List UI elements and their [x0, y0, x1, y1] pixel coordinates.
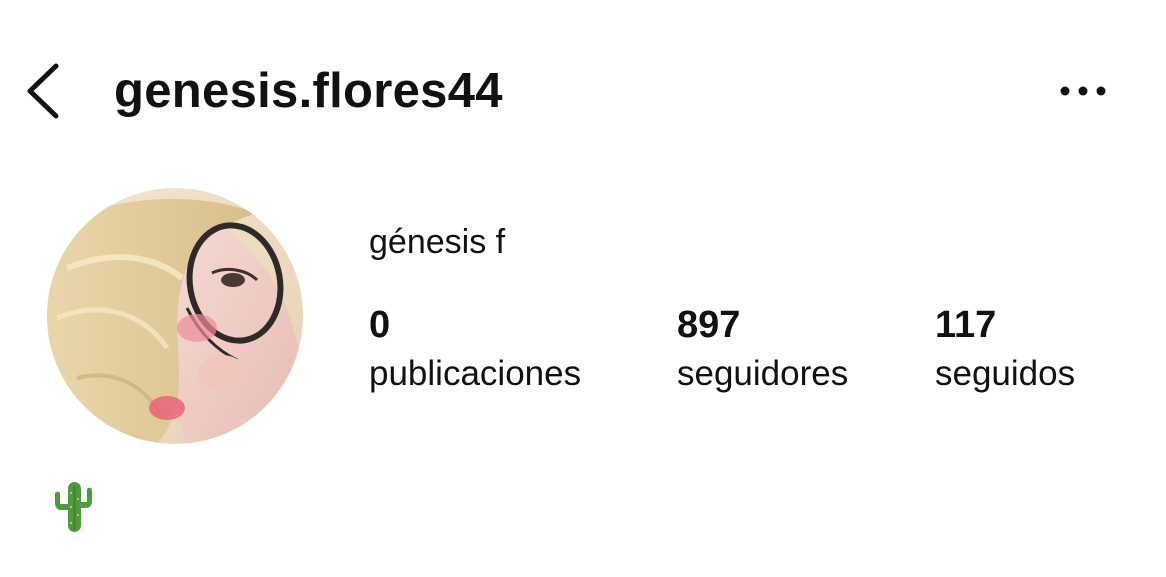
posts-count: 0 [369, 304, 391, 346]
profile-username: genesis.flores44 [114, 64, 503, 118]
bio [52, 478, 96, 534]
followers-count: 897 [677, 304, 741, 346]
posts-label: publicaciones [369, 354, 582, 393]
avatar-image [47, 188, 303, 444]
ellipsis-horizontal-icon [1060, 86, 1106, 96]
posts-stat[interactable]: 0 publicaciones [369, 302, 581, 400]
following-label: seguidos [935, 354, 1076, 393]
chevron-left-icon [27, 63, 59, 119]
back-button[interactable] [22, 60, 64, 122]
profile-display-name: génesis f [369, 223, 506, 261]
more-options-button[interactable] [1054, 76, 1112, 106]
following-count: 117 [935, 304, 997, 346]
followers-label: seguidores [677, 354, 849, 393]
following-stat[interactable]: 117 seguidos [935, 302, 1075, 400]
avatar[interactable] [47, 188, 303, 444]
followers-stat[interactable]: 897 seguidores [677, 302, 848, 400]
profile-header: genesis.flores44 [0, 0, 1166, 185]
cactus-icon [55, 482, 92, 532]
